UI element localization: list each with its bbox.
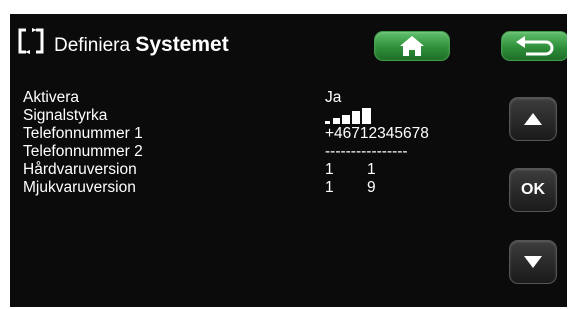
row-value-2: 1 (367, 161, 376, 178)
arrow-up-icon (524, 113, 542, 125)
row-value: +46712345678 (325, 125, 429, 142)
page-title-part1: Definiera (54, 35, 136, 56)
ok-button-label: OK (521, 181, 545, 198)
settings-list: Aktivera Ja Signalstyrka Telefonnummer 1… (23, 89, 483, 197)
row-label: Telefonnummer 2 (23, 143, 143, 160)
row-telefonnummer-1[interactable]: Telefonnummer 1 +46712345678 (23, 125, 483, 143)
ok-button[interactable]: OK (509, 168, 557, 212)
row-label: Mjukvaruversion (23, 179, 136, 196)
display-screen: Definiera Systemet Aktivera Ja Signalsty… (10, 14, 567, 307)
page-title-part2: Systemet (135, 33, 229, 56)
row-label: Hårdvaruversion (23, 161, 137, 178)
row-mjukvaruversion: Mjukvaruversion 1 9 (23, 179, 483, 197)
row-label: Signalstyrka (23, 107, 108, 124)
row-signalstyrka: Signalstyrka (23, 107, 483, 125)
fullscreen-brackets-icon (16, 26, 46, 56)
row-value-2: 9 (367, 179, 376, 196)
row-value: Ja (325, 89, 342, 106)
header-bar: Definiera Systemet (10, 14, 567, 68)
row-label: Aktivera (23, 89, 79, 106)
row-aktivera[interactable]: Aktivera Ja (23, 89, 483, 107)
row-value: 1 (325, 179, 334, 196)
back-arrow-icon (516, 36, 554, 56)
row-value: ---------------- (325, 143, 408, 160)
page-title: Definiera Systemet (54, 33, 229, 57)
home-icon (400, 36, 424, 56)
row-hardvaruversion: Hårdvaruversion 1 1 (23, 161, 483, 179)
back-button[interactable] (501, 31, 567, 61)
row-telefonnummer-2[interactable]: Telefonnummer 2 ---------------- (23, 143, 483, 161)
row-label: Telefonnummer 1 (23, 125, 143, 142)
row-value: 1 (325, 161, 334, 178)
scroll-up-button[interactable] (509, 97, 557, 141)
scroll-down-button[interactable] (509, 240, 557, 284)
signal-strength-icon (325, 108, 371, 124)
home-button[interactable] (374, 31, 450, 61)
arrow-down-icon (524, 256, 542, 268)
